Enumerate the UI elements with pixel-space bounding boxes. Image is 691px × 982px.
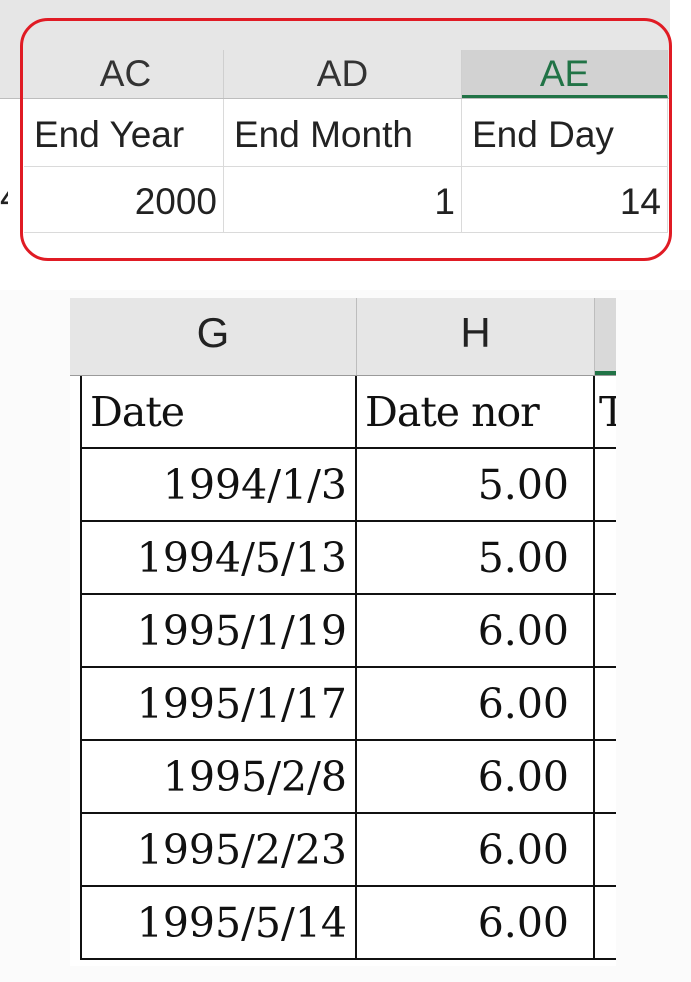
cell-date[interactable]: 1994/5/13	[80, 522, 357, 595]
cell-partial[interactable]	[595, 668, 616, 741]
cell-date[interactable]: 1994/1/3	[80, 449, 357, 522]
cell-date[interactable]: 1995/1/19	[80, 595, 357, 668]
cell-end-day-value[interactable]: 14	[462, 167, 668, 233]
cell-end-month-label[interactable]: End Month	[224, 99, 462, 167]
cell-date[interactable]: 1995/2/23	[80, 814, 357, 887]
top-spreadsheet-snippet: AC AD AE End Year End Month End Day 4 20…	[0, 0, 691, 290]
column-header-h[interactable]: H	[357, 298, 595, 375]
cell-partial[interactable]	[595, 449, 616, 522]
cell-date-nor-header[interactable]: Date nor	[357, 376, 595, 449]
cell-partial[interactable]	[595, 887, 616, 960]
cell-end-day-label[interactable]: End Day	[462, 99, 668, 167]
bottom-spreadsheet-snippet: G H Date Date nor T 1994/1/3 5.00 1994/5…	[70, 298, 616, 966]
column-header-ac[interactable]: AC	[28, 50, 224, 98]
column-header-partial[interactable]	[595, 298, 616, 375]
cell-date[interactable]: 1995/2/8	[80, 741, 357, 814]
cell-date[interactable]: 1995/1/17	[80, 668, 357, 741]
column-header-ad[interactable]: AD	[224, 50, 462, 98]
cell-date-nor[interactable]: 6.00	[357, 595, 595, 668]
cell-date-nor[interactable]: 6.00	[357, 814, 595, 887]
cell-partial[interactable]	[595, 814, 616, 887]
cell-date-nor[interactable]: 6.00	[357, 887, 595, 960]
cell-date-nor[interactable]: 5.00	[357, 449, 595, 522]
cell-date-nor[interactable]: 6.00	[357, 668, 595, 741]
cell-end-year-value[interactable]: 2000	[24, 167, 224, 233]
cell-date[interactable]: 1995/5/14	[80, 887, 357, 960]
cell-partial[interactable]	[595, 595, 616, 668]
cell-partial[interactable]	[595, 741, 616, 814]
cell-partial-left: 4	[0, 178, 8, 218]
column-header-g[interactable]: G	[70, 298, 357, 375]
column-header-ae[interactable]: AE	[462, 50, 668, 98]
cell-partial-header[interactable]: T	[595, 376, 616, 449]
cell-date-header[interactable]: Date	[80, 376, 357, 449]
cell-end-month-value[interactable]: 1	[224, 167, 462, 233]
cell-date-nor[interactable]: 6.00	[357, 741, 595, 814]
cell-date-nor[interactable]: 5.00	[357, 522, 595, 595]
cell-end-year-label[interactable]: End Year	[24, 99, 224, 167]
cell-partial[interactable]	[595, 522, 616, 595]
